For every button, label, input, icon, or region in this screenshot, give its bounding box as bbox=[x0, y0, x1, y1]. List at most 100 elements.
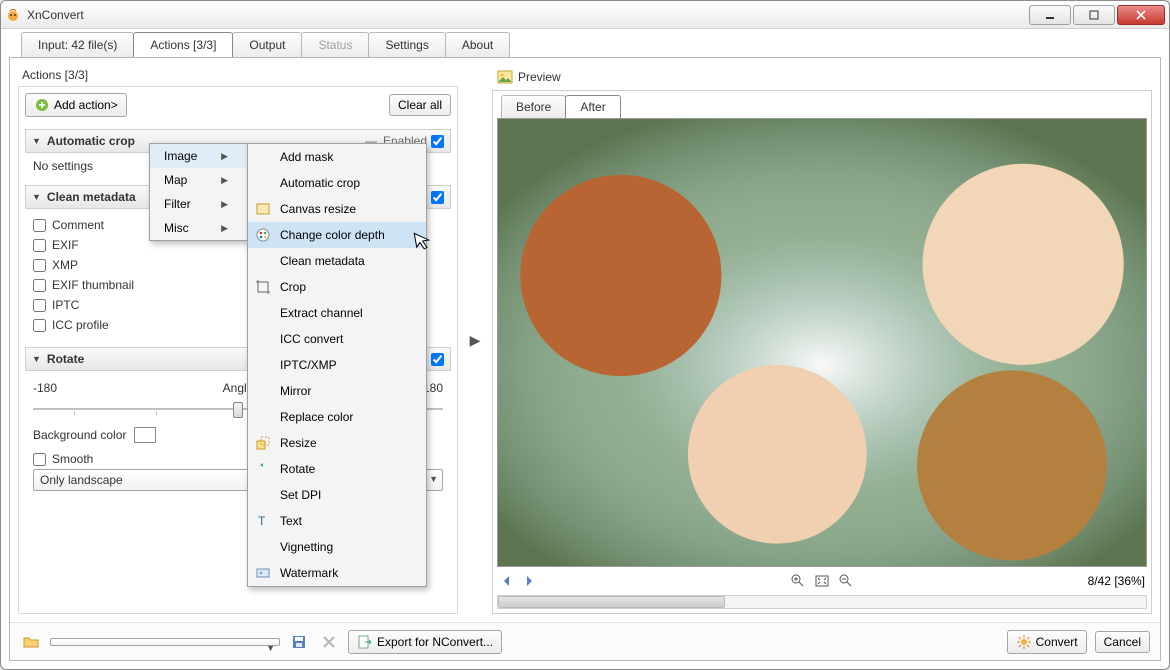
prev-image-button[interactable] bbox=[499, 573, 515, 589]
clean-xmp-checkbox[interactable] bbox=[33, 259, 46, 272]
bgcolor-label: Background color bbox=[33, 428, 126, 442]
export-icon bbox=[357, 634, 373, 650]
tab-status[interactable]: Status bbox=[301, 32, 369, 57]
app-icon bbox=[5, 7, 21, 23]
svg-text:T: T bbox=[258, 514, 266, 528]
clean-comment-checkbox[interactable] bbox=[33, 219, 46, 232]
preview-scrollbar[interactable] bbox=[497, 595, 1147, 609]
submenu-change-color-depth[interactable]: Change color depth bbox=[248, 222, 426, 248]
tab-output[interactable]: Output bbox=[232, 32, 302, 57]
menu-label: ICC convert bbox=[280, 332, 343, 346]
submenu-iptc-xmp[interactable]: IPTC/XMP bbox=[248, 352, 426, 378]
titlebar: XnConvert bbox=[1, 1, 1169, 29]
section-enabled-checkbox[interactable] bbox=[431, 353, 444, 366]
submenu-set-dpi[interactable]: Set DPI bbox=[248, 482, 426, 508]
zoom-out-button[interactable] bbox=[838, 573, 854, 589]
checkbox-label: EXIF thumbnail bbox=[52, 278, 134, 292]
scrollbar-thumb[interactable] bbox=[498, 596, 725, 608]
menu-label: Watermark bbox=[280, 566, 338, 580]
menu-label: Text bbox=[280, 514, 302, 528]
clean-iptc-checkbox[interactable] bbox=[33, 299, 46, 312]
submenu-mirror[interactable]: Mirror bbox=[248, 378, 426, 404]
menu-label: Replace color bbox=[280, 410, 353, 424]
submenu-replace-color[interactable]: Replace color bbox=[248, 404, 426, 430]
chevron-down-icon: ▼ bbox=[32, 354, 41, 364]
smooth-checkbox[interactable] bbox=[33, 453, 46, 466]
add-action-submenu: Add mask Automatic crop Canvas resize Ch… bbox=[247, 143, 427, 587]
convert-button[interactable]: Convert bbox=[1007, 630, 1087, 654]
combo-value: Only landscape bbox=[40, 473, 123, 487]
menu-label: Add mask bbox=[280, 150, 333, 164]
gear-icon bbox=[1016, 634, 1032, 650]
cancel-label: Cancel bbox=[1104, 635, 1141, 649]
submenu-text[interactable]: T Text bbox=[248, 508, 426, 534]
chevron-down-icon: ▼ bbox=[266, 643, 275, 653]
picture-icon bbox=[497, 69, 513, 85]
save-preset-button[interactable] bbox=[288, 631, 310, 653]
maximize-button[interactable] bbox=[1073, 5, 1115, 25]
menu-category-filter[interactable]: Filter▶ bbox=[150, 192, 248, 216]
tab-about[interactable]: About bbox=[445, 32, 510, 57]
section-enabled-checkbox[interactable] bbox=[431, 191, 444, 204]
submenu-crop[interactable]: Crop bbox=[248, 274, 426, 300]
menu-category-misc[interactable]: Misc▶ bbox=[150, 216, 248, 240]
convert-label: Convert bbox=[1036, 635, 1078, 649]
menu-label: Crop bbox=[280, 280, 306, 294]
preview-image bbox=[497, 118, 1147, 567]
menu-category-image[interactable]: Image▶ bbox=[150, 144, 248, 168]
cancel-button[interactable]: Cancel bbox=[1095, 631, 1150, 653]
section-enabled-checkbox[interactable] bbox=[431, 135, 444, 148]
palette-icon bbox=[255, 227, 271, 243]
preview-tab-before[interactable]: Before bbox=[501, 95, 566, 118]
folder-open-icon bbox=[23, 634, 39, 650]
minimize-button[interactable] bbox=[1029, 5, 1071, 25]
submenu-rotate[interactable]: Rotate bbox=[248, 456, 426, 482]
submenu-canvas-resize[interactable]: Canvas resize bbox=[248, 196, 426, 222]
chevron-down-icon: ▼ bbox=[429, 474, 438, 484]
submenu-automatic-crop[interactable]: Automatic crop bbox=[248, 170, 426, 196]
rotate-icon bbox=[255, 461, 271, 477]
clean-icc-checkbox[interactable] bbox=[33, 319, 46, 332]
preset-combo[interactable]: ▼ bbox=[50, 638, 280, 646]
save-icon bbox=[291, 634, 307, 650]
clean-exif-thumbnail-checkbox[interactable] bbox=[33, 279, 46, 292]
checkbox-label: ICC profile bbox=[52, 318, 109, 332]
preview-tab-after[interactable]: After bbox=[565, 95, 620, 118]
export-nconvert-button[interactable]: Export for NConvert... bbox=[348, 630, 502, 654]
close-button[interactable] bbox=[1117, 5, 1165, 25]
delete-preset-button[interactable] bbox=[318, 631, 340, 653]
submenu-add-mask[interactable]: Add mask bbox=[248, 144, 426, 170]
bgcolor-swatch[interactable] bbox=[134, 427, 156, 443]
content-area: Actions [3/3] Add action> Clear all ▼ Au… bbox=[9, 57, 1161, 661]
export-label: Export for NConvert... bbox=[377, 635, 493, 649]
tab-settings[interactable]: Settings bbox=[368, 32, 445, 57]
zoom-fit-button[interactable] bbox=[814, 573, 830, 589]
plus-icon bbox=[34, 97, 50, 113]
zoom-in-button[interactable] bbox=[790, 573, 806, 589]
crop-icon bbox=[255, 279, 271, 295]
submenu-vignetting[interactable]: Vignetting bbox=[248, 534, 426, 560]
submenu-resize[interactable]: Resize bbox=[248, 430, 426, 456]
menu-label: Misc bbox=[164, 221, 189, 235]
next-image-button[interactable] bbox=[521, 573, 537, 589]
submenu-icc-convert[interactable]: ICC convert bbox=[248, 326, 426, 352]
resize-icon bbox=[255, 435, 271, 451]
tab-actions[interactable]: Actions [3/3] bbox=[133, 32, 233, 57]
menu-category-map[interactable]: Map▶ bbox=[150, 168, 248, 192]
window-title: XnConvert bbox=[27, 8, 1029, 22]
slider-thumb[interactable] bbox=[233, 402, 243, 418]
clean-exif-checkbox[interactable] bbox=[33, 239, 46, 252]
tab-input[interactable]: Input: 42 file(s) bbox=[21, 32, 134, 57]
menu-label: Image bbox=[164, 149, 197, 163]
clear-all-button[interactable]: Clear all bbox=[389, 94, 451, 116]
submenu-clean-metadata[interactable]: Clean metadata bbox=[248, 248, 426, 274]
preview-tabs: Before After bbox=[501, 95, 1147, 118]
submenu-extract-channel[interactable]: Extract channel bbox=[248, 300, 426, 326]
submenu-watermark[interactable]: Watermark bbox=[248, 560, 426, 586]
menu-label: Vignetting bbox=[280, 540, 333, 554]
add-action-button[interactable]: Add action> bbox=[25, 93, 127, 117]
checkbox-label: IPTC bbox=[52, 298, 79, 312]
main-tabs: Input: 42 file(s) Actions [3/3] Output S… bbox=[1, 29, 1169, 57]
open-preset-button[interactable] bbox=[20, 631, 42, 653]
menu-label: IPTC/XMP bbox=[280, 358, 337, 372]
